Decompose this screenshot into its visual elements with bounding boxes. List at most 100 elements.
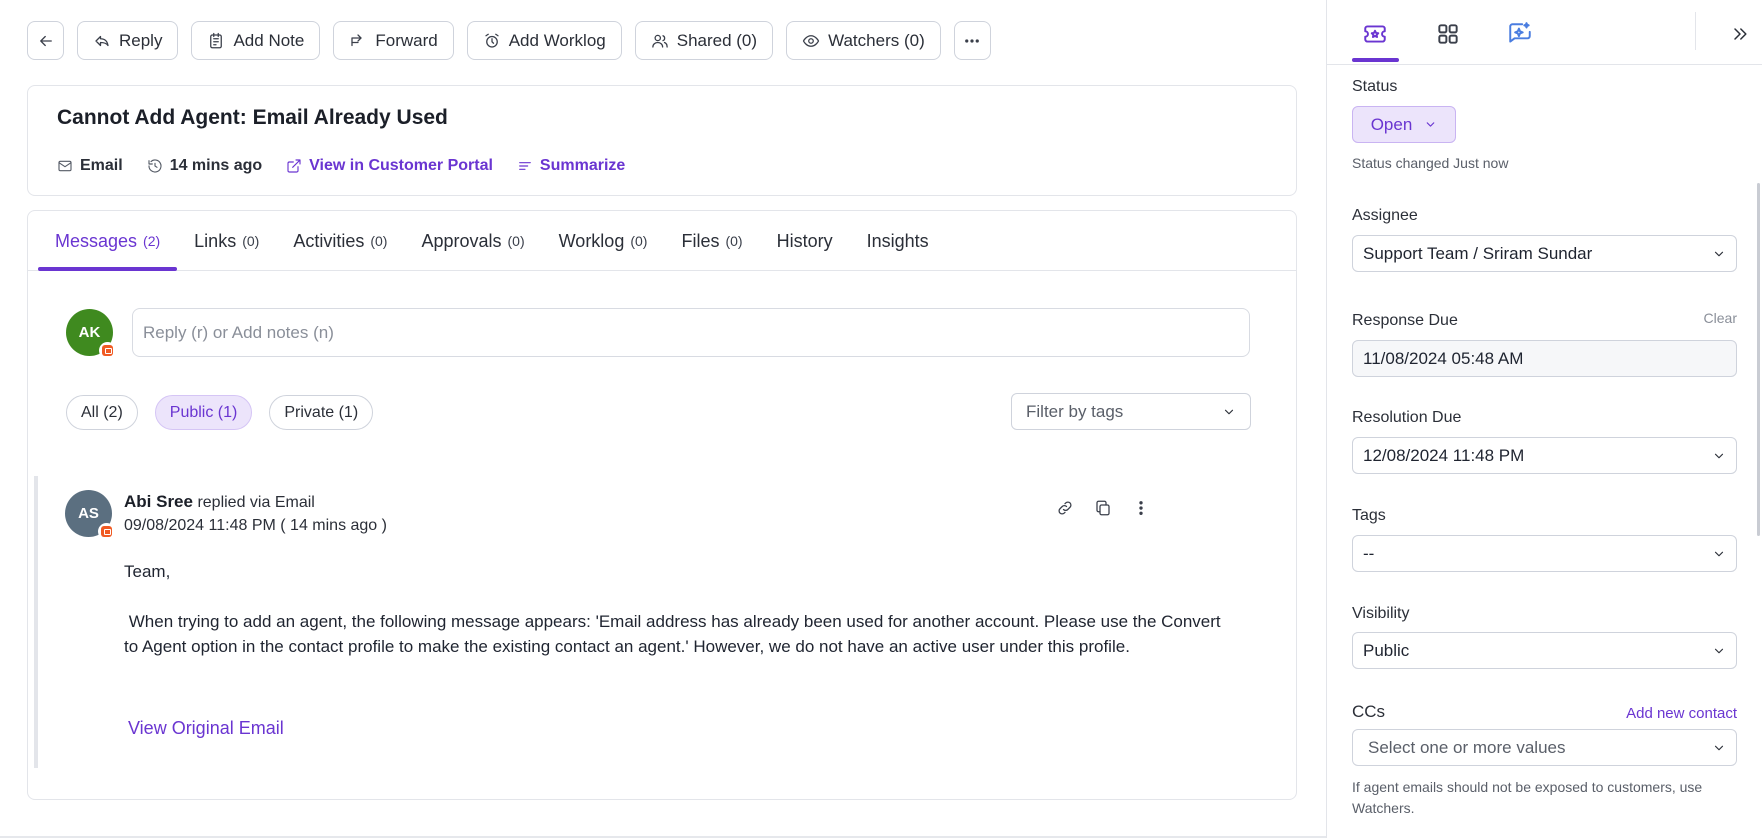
active-tab-indicator	[1352, 58, 1399, 62]
tab-count: (2)	[143, 233, 161, 249]
tab-apps[interactable]	[1428, 14, 1468, 54]
tab-label: Messages	[55, 230, 138, 251]
add-note-label: Add Note	[233, 30, 305, 50]
ticket-header: Cannot Add Agent: Email Already Used Ema…	[27, 85, 1297, 196]
add-worklog-label: Add Worklog	[508, 30, 606, 50]
chevrons-right-icon	[1734, 28, 1747, 40]
filter-all-pill[interactable]: All (2)	[66, 395, 138, 430]
more-vertical-icon	[1139, 501, 1143, 515]
history-icon	[148, 159, 162, 173]
shared-label: Shared (0)	[676, 30, 758, 50]
visibility-label: Visibility	[1352, 605, 1410, 622]
copy-icon	[1096, 500, 1110, 516]
source-badge-icon	[99, 342, 116, 359]
link-icon	[1058, 501, 1072, 515]
tab-label: History	[776, 230, 833, 251]
ccs-label: CCs	[1352, 702, 1386, 721]
filter-by-tags-select[interactable]: Filter by tags	[1011, 393, 1251, 430]
message-more-button[interactable]	[1131, 498, 1151, 518]
tab-label: Links	[194, 230, 237, 251]
tab-ai-assist[interactable]	[1500, 14, 1540, 54]
filter-private-pill[interactable]: Private (1)	[269, 395, 374, 430]
tab-count: (0)	[370, 233, 388, 249]
tags-select[interactable]: --	[1352, 535, 1737, 572]
clear-response-due-button[interactable]: Clear	[1704, 310, 1737, 326]
more-horizontal-icon	[965, 38, 980, 43]
reply-input[interactable]: Reply (r) or Add notes (n)	[132, 308, 1250, 357]
view-customer-portal-link[interactable]: View in Customer Portal	[286, 157, 493, 175]
ccs-select[interactable]: Select one or more values	[1352, 729, 1737, 766]
reply-button[interactable]: Reply	[77, 21, 179, 60]
message-item: AS Abi Sree replied via Email 09/08/2024…	[34, 476, 1284, 768]
filter-by-tags-placeholder: Filter by tags	[1026, 401, 1124, 421]
status-changed-text: Status changed Just now	[1352, 155, 1509, 171]
tab-history[interactable]: History	[760, 211, 850, 271]
tab-worklog[interactable]: Worklog (0)	[542, 211, 665, 271]
assignee-label: Assignee	[1352, 207, 1418, 224]
view-customer-portal-label: View in Customer Portal	[309, 157, 493, 174]
forward-button[interactable]: Forward	[333, 21, 454, 60]
tab-ticket-properties[interactable]	[1355, 14, 1395, 54]
ticket-age-label: 14 mins ago	[169, 157, 263, 174]
assignee-select[interactable]: Support Team / Sriram Sundar	[1352, 235, 1737, 272]
more-actions-button[interactable]	[953, 21, 991, 60]
tab-label: Worklog	[558, 230, 625, 251]
visibility-value: Public	[1363, 640, 1410, 660]
shared-button[interactable]: Shared (0)	[634, 21, 774, 60]
tab-activities[interactable]: Activities (0)	[276, 211, 404, 271]
sidebar-scrollbar[interactable]	[1757, 183, 1760, 536]
tab-count: (0)	[507, 233, 525, 249]
copy-link-button[interactable]	[1055, 498, 1075, 518]
resolution-due-select[interactable]: 12/08/2024 11:48 PM	[1352, 437, 1737, 474]
source-badge-icon	[98, 523, 115, 540]
response-due-field: 11/08/2024 05:48 AM	[1352, 340, 1737, 377]
current-user-avatar: AK	[66, 309, 116, 359]
avatar-initials: AS	[78, 505, 99, 522]
filter-public-pill[interactable]: Public (1)	[154, 395, 253, 430]
ticket-source-label: Email	[80, 157, 123, 174]
visibility-select[interactable]: Public	[1352, 632, 1737, 669]
tab-label: Approvals	[421, 230, 502, 251]
copy-button[interactable]	[1093, 498, 1113, 518]
external-link-icon	[287, 159, 301, 173]
properties-sidebar: Status Open Status changed Just now Assi…	[1326, 0, 1762, 838]
summarize-button[interactable]: Summarize	[517, 157, 625, 175]
tab-count: (0)	[725, 233, 743, 249]
add-note-button[interactable]: Add Note	[191, 21, 321, 60]
alarm-clock-icon	[485, 33, 499, 48]
ticket-toolbar: Reply Add Note Forward Add Worklog Share…	[27, 21, 991, 60]
ccs-hint: If agent emails should not be exposed to…	[1352, 779, 1703, 816]
assignee-value: Support Team / Sriram Sundar	[1363, 243, 1593, 263]
tab-links[interactable]: Links (0)	[177, 211, 276, 271]
view-original-email-link[interactable]: View Original Email	[128, 718, 284, 739]
response-due-value: 11/08/2024 05:48 AM	[1363, 348, 1524, 368]
watchers-button[interactable]: Watchers (0)	[786, 21, 941, 60]
ccs-placeholder: Select one or more values	[1368, 737, 1566, 757]
tab-files[interactable]: Files (0)	[664, 211, 759, 271]
grid-icon	[1438, 24, 1458, 44]
collapse-sidebar-button[interactable]	[1726, 20, 1754, 48]
tab-approvals[interactable]: Approvals (0)	[404, 211, 541, 271]
ticket-age: 14 mins ago	[147, 157, 262, 175]
sparkle-chat-icon	[1509, 22, 1531, 43]
sender-avatar: AS	[65, 490, 115, 540]
tab-messages[interactable]: Messages (2)	[38, 211, 178, 271]
status-dropdown[interactable]: Open	[1352, 106, 1456, 143]
message-action: replied via Email	[197, 494, 315, 511]
tab-insights[interactable]: Insights	[850, 211, 946, 271]
status-value: Open	[1370, 114, 1413, 134]
reply-label: Reply	[119, 30, 163, 50]
add-worklog-button[interactable]: Add Worklog	[466, 21, 622, 60]
chevron-down-icon	[1714, 745, 1724, 750]
eye-icon	[802, 34, 820, 47]
message-header: Abi Sree replied via Email 09/08/2024 11…	[124, 490, 387, 537]
back-button[interactable]	[27, 21, 64, 60]
ticket-star-icon	[1364, 25, 1386, 43]
ticket-title: Cannot Add Agent: Email Already Used	[57, 106, 448, 129]
add-new-contact-link[interactable]: Add new contact	[1626, 705, 1737, 722]
chevron-down-icon	[1224, 409, 1234, 414]
message-author: Abi Sree	[124, 492, 193, 511]
main-panel: Reply Add Note Forward Add Worklog Share…	[0, 0, 1326, 838]
tab-count: (0)	[242, 233, 260, 249]
reply-icon	[95, 35, 109, 46]
